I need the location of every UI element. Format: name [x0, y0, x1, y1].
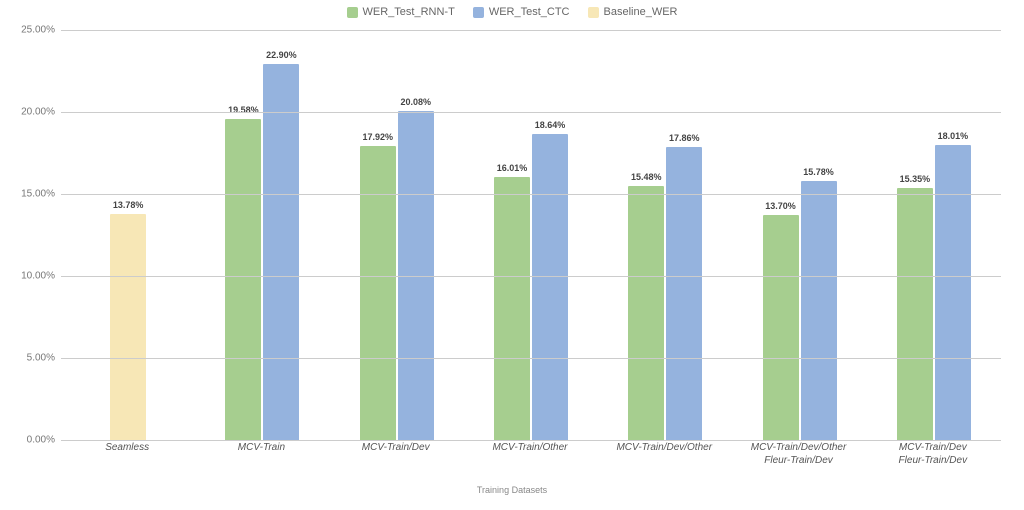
bar-group: 16.01%18.64% — [464, 30, 598, 440]
bar-value-label: 16.01% — [497, 163, 528, 173]
legend-item-base: Baseline_WER — [588, 6, 678, 18]
bar-rnnt: 19.58% — [225, 119, 261, 440]
bar-value-label: 15.48% — [631, 172, 662, 182]
x-tick-label: MCV-Train/Dev Fleur-Train/Dev — [866, 442, 1000, 467]
bar-rnnt: 16.01% — [494, 177, 530, 440]
bar-rnnt: 15.35% — [897, 188, 933, 440]
bar-value-label: 22.90% — [266, 50, 297, 60]
bars: 13.78% — [61, 30, 195, 440]
bars: 13.70%15.78% — [732, 30, 866, 440]
bar-rnnt: 15.48% — [628, 186, 664, 440]
bar-rnnt: 17.92% — [360, 146, 396, 440]
legend-item-ctc: WER_Test_CTC — [473, 6, 570, 18]
gridline — [61, 30, 1001, 31]
legend-swatch-rnnt — [347, 7, 358, 18]
bars: 16.01%18.64% — [464, 30, 598, 440]
x-tick-label: MCV-Train/Other — [463, 442, 597, 467]
bar-ctc: 18.64% — [532, 134, 568, 440]
bar-value-label: 13.78% — [113, 200, 144, 210]
y-tick-label: 20.00% — [13, 107, 55, 118]
bar-ctc: 22.90% — [263, 64, 299, 440]
x-tick-label: Seamless — [60, 442, 194, 467]
plot-area: 13.78%19.58%22.90%17.92%20.08%16.01%18.6… — [60, 30, 1001, 440]
x-tick-label: MCV-Train/Dev/Other Fleur-Train/Dev — [731, 442, 865, 467]
bar-value-label: 18.64% — [535, 120, 566, 130]
wer-bar-chart: WER_Test_RNN-T WER_Test_CTC Baseline_WER… — [0, 0, 1024, 510]
y-tick-label: 15.00% — [13, 189, 55, 200]
bar-value-label: 15.78% — [803, 167, 834, 177]
y-tick-label: 25.00% — [13, 25, 55, 36]
bar-value-label: 18.01% — [938, 131, 969, 141]
bar-value-label: 17.92% — [362, 132, 393, 142]
x-tick-label: MCV-Train/Dev — [329, 442, 463, 467]
bars: 17.92% 20.08% — [330, 30, 464, 440]
y-tick-label: 0.00% — [13, 435, 55, 446]
legend-label-rnnt: WER_Test_RNN-T — [363, 6, 455, 18]
bar-group: 13.78% — [61, 30, 195, 440]
x-tick-label: MCV-Train — [194, 442, 328, 467]
bar-value-label: 17.86% — [669, 133, 700, 143]
bar-group: 15.48%17.86% — [598, 30, 732, 440]
bar-ctc: 18.01% — [935, 145, 971, 440]
bars: 15.35%18.01% — [867, 30, 1001, 440]
legend-item-rnnt: WER_Test_RNN-T — [347, 6, 455, 18]
bar-value-label: 15.35% — [900, 174, 931, 184]
bar-value-label: 20.08% — [400, 97, 431, 107]
gridline — [61, 276, 1001, 277]
bars: 15.48%17.86% — [598, 30, 732, 440]
bar-group: 13.70%15.78% — [732, 30, 866, 440]
gridline — [61, 440, 1001, 441]
legend-swatch-base — [588, 7, 599, 18]
bar-ctc: 15.78% — [801, 181, 837, 440]
bar-group: 15.35%18.01% — [867, 30, 1001, 440]
y-tick-label: 10.00% — [13, 271, 55, 282]
bar-base: 13.78% — [110, 214, 146, 440]
legend: WER_Test_RNN-T WER_Test_CTC Baseline_WER — [0, 6, 1024, 18]
gridline — [61, 112, 1001, 113]
x-axis-labels: SeamlessMCV-TrainMCV-Train/DevMCV-Train/… — [60, 442, 1000, 467]
x-tick-label: MCV-Train/Dev/Other — [597, 442, 731, 467]
legend-swatch-ctc — [473, 7, 484, 18]
legend-label-ctc: WER_Test_CTC — [489, 6, 570, 18]
bar-group: 17.92% 20.08% — [330, 30, 464, 440]
gridline — [61, 194, 1001, 195]
bar-group: 19.58%22.90% — [195, 30, 329, 440]
bars: 19.58%22.90% — [195, 30, 329, 440]
x-axis-title: Training Datasets — [0, 485, 1024, 495]
bar-rnnt: 13.70% — [763, 215, 799, 440]
legend-label-base: Baseline_WER — [604, 6, 678, 18]
y-tick-label: 5.00% — [13, 353, 55, 364]
bar-value-label: 13.70% — [765, 201, 796, 211]
bar-ctc: 17.86% — [666, 147, 702, 440]
bar-groups: 13.78%19.58%22.90%17.92%20.08%16.01%18.6… — [61, 30, 1001, 440]
gridline — [61, 358, 1001, 359]
bar-value-label: 19.58% — [228, 105, 259, 115]
